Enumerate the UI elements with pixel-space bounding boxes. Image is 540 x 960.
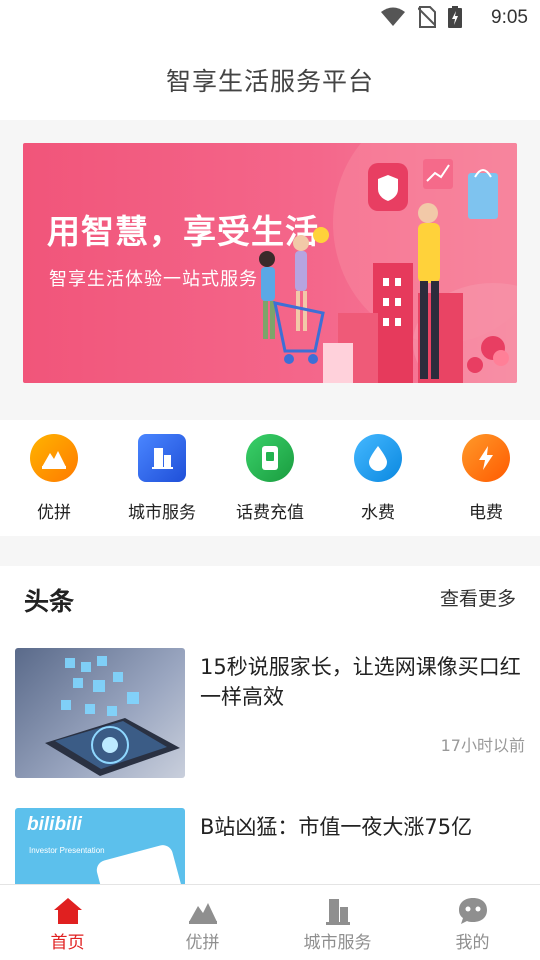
quick-menu-item-water-bill[interactable]: 水费 [324,420,432,536]
quick-menu: 优拼 城市服务 话费充值 水费 电费 [0,420,540,536]
news-headline: 15秒说服家长，让选网课像买口红一样高效 [200,655,521,709]
banner-illustration [259,143,517,383]
tab-label: 首页 [50,933,85,953]
news-item[interactable]: 15秒说服家长，让选网课像买口红一样高效 17小时以前 [15,648,527,780]
tab-label: 城市服务 [303,933,372,953]
lightning-icon [462,434,510,482]
mountain-icon [30,434,78,482]
tab-home[interactable]: 首页 [0,885,135,960]
news-item[interactable]: bilibili Investor Presentation B站凶猛：市值一夜… [15,808,527,884]
news-title: 头条 [24,587,75,616]
tab-mine[interactable]: 我的 [405,885,540,960]
status-bar: 9:05 [0,0,540,36]
quick-menu-label: 城市服务 [128,503,196,523]
quick-menu-item-phone-recharge[interactable]: 话费充值 [216,420,324,536]
chat-face-icon [458,898,487,924]
news-thumbnail: bilibili Investor Presentation [15,808,185,884]
news-section: 头条 查看更多 15秒说服家长，让选网课像买口红一样高效 17小时以前 bili… [0,566,540,884]
quick-menu-label: 话费充值 [236,503,304,523]
tab-city-service[interactable]: 城市服务 [270,885,405,960]
page-title: 智享生活服务平台 [165,67,374,96]
water-drop-icon [354,434,402,482]
battery-charging-icon [448,6,462,28]
news-header: 头条 查看更多 [0,566,540,632]
mountain-icon [188,903,217,924]
promo-banner[interactable]: 用智慧，享受生活 智享生活体验一站式服务 [23,143,517,383]
tab-youpin[interactable]: 优拼 [135,885,270,960]
home-icon [53,898,82,924]
phone-card-icon [246,434,294,482]
view-more-link[interactable]: 查看更多 [440,584,516,611]
quick-menu-item-youpin[interactable]: 优拼 [0,420,108,536]
news-thumbnail [15,648,185,778]
tab-label: 我的 [455,933,490,953]
status-icons [380,6,462,28]
quick-menu-item-city-service[interactable]: 城市服务 [108,420,216,536]
quick-menu-label: 优拼 [37,503,71,523]
news-headline: B站凶猛：市值一夜大涨75亿 [200,815,473,839]
news-timestamp: 17小时以前 [440,736,525,755]
status-time: 9:05 [491,7,528,28]
city-building-icon [325,899,350,925]
no-sim-icon [418,6,436,28]
city-building-icon [138,434,186,482]
tab-label: 优拼 [185,933,220,953]
quick-menu-label: 水费 [361,503,395,523]
quick-menu-label: 电费 [469,503,503,523]
banner-section: 用智慧，享受生活 智享生活体验一站式服务 [0,120,540,420]
app-header: 智享生活服务平台 [0,36,540,120]
wifi-icon [381,7,405,26]
quick-menu-item-electric-bill[interactable]: 电费 [432,420,540,536]
bottom-tab-bar: 首页 优拼 城市服务 我的 [0,884,540,960]
